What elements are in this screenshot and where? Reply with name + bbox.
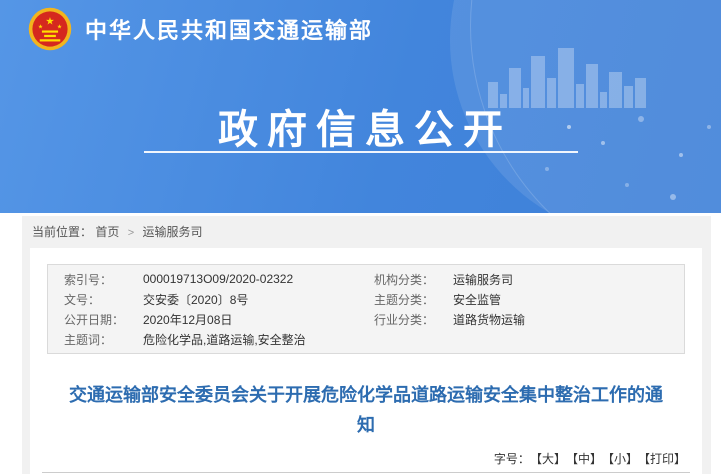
meta-table: 索引号： 000019713O09/2020-02322 机构分类： 运输服务司… — [47, 264, 685, 354]
document-card: 索引号： 000019713O09/2020-02322 机构分类： 运输服务司… — [30, 248, 702, 474]
meta-value: 安全监管 — [453, 291, 501, 308]
national-emblem-icon: ★ ★ ★ — [28, 7, 72, 51]
meta-value: 000019713O09/2020-02322 — [143, 272, 293, 286]
site-name: 中华人民共和国交通运输部 — [85, 13, 373, 45]
font-medium-button[interactable]: 【中】 — [572, 452, 602, 466]
meta-label: 公开日期： — [64, 311, 143, 328]
breadcrumb-separator: > — [128, 227, 134, 239]
meta-cell-keywords: 主题词： 危险化学品,道路运输,安全整治 — [48, 331, 374, 348]
meta-label: 索引号： — [64, 271, 143, 288]
meta-label: 主题词： — [64, 331, 143, 348]
bottom-divider — [42, 472, 690, 473]
meta-cell-topic-category: 主题分类： 安全监管 — [374, 291, 684, 308]
font-size-label: 字号： — [494, 452, 530, 466]
meta-row: 主题词： 危险化学品,道路运输,安全整治 — [48, 329, 684, 349]
page-title-underline — [144, 151, 578, 153]
svg-text:★: ★ — [57, 23, 62, 30]
meta-row: 文号： 交安委〔2020〕8号 主题分类： 安全监管 — [48, 289, 684, 309]
meta-label: 机构分类： — [374, 271, 453, 288]
meta-row: 索引号： 000019713O09/2020-02322 机构分类： 运输服务司 — [48, 269, 684, 289]
breadcrumb-dept-link[interactable]: 运输服务司 — [143, 225, 203, 239]
meta-value: 危险化学品,道路运输,安全整治 — [143, 331, 306, 348]
meta-cell-index-number: 索引号： 000019713O09/2020-02322 — [48, 271, 374, 288]
meta-cell-industry-category: 行业分类： 道路货物运输 — [374, 311, 684, 328]
breadcrumb-home-link[interactable]: 首页 — [95, 225, 119, 239]
meta-label: 文号： — [64, 291, 143, 308]
page-title: 政府信息公开 — [0, 97, 721, 155]
font-small-button[interactable]: 【小】 — [608, 452, 638, 466]
page: ★ ★ ★ 中华人民共和国交通运输部 政府信息公开 当前位置： 首页 > 运输服… — [0, 0, 721, 474]
meta-value: 道路货物运输 — [453, 311, 525, 328]
meta-label: 行业分类： — [374, 311, 453, 328]
meta-value: 交安委〔2020〕8号 — [143, 291, 248, 308]
font-large-button[interactable]: 【大】 — [536, 452, 566, 466]
site-banner: ★ ★ ★ 中华人民共和国交通运输部 政府信息公开 — [0, 0, 721, 213]
meta-row: 公开日期： 2020年12月08日 行业分类： 道路货物运输 — [48, 309, 684, 329]
meta-label: 主题分类： — [374, 291, 453, 308]
meta-value: 2020年12月08日 — [143, 311, 232, 328]
meta-value: 运输服务司 — [453, 271, 513, 288]
breadcrumb: 当前位置： 首页 > 运输服务司 — [22, 216, 711, 248]
breadcrumb-label: 当前位置： — [32, 225, 92, 239]
meta-cell-doc-number: 文号： 交安委〔2020〕8号 — [48, 291, 374, 308]
font-size-toolbar: 字号： 【大】【中】【小】【打印】 — [30, 450, 702, 467]
svg-text:★: ★ — [38, 23, 43, 30]
meta-cell-publish-date: 公开日期： 2020年12月08日 — [48, 311, 374, 328]
content-wrapper: 当前位置： 首页 > 运输服务司 索引号： 000019713O09/2020-… — [22, 216, 711, 474]
print-button[interactable]: 【打印】 — [644, 452, 686, 466]
document-title: 交通运输部安全委员会关于开展危险化学品道路运输安全集中整治工作的通知 — [64, 380, 668, 440]
site-logo-link[interactable]: ★ ★ ★ 中华人民共和国交通运输部 — [28, 7, 373, 51]
svg-text:★: ★ — [45, 17, 54, 28]
meta-cell-agency-category: 机构分类： 运输服务司 — [374, 271, 684, 288]
